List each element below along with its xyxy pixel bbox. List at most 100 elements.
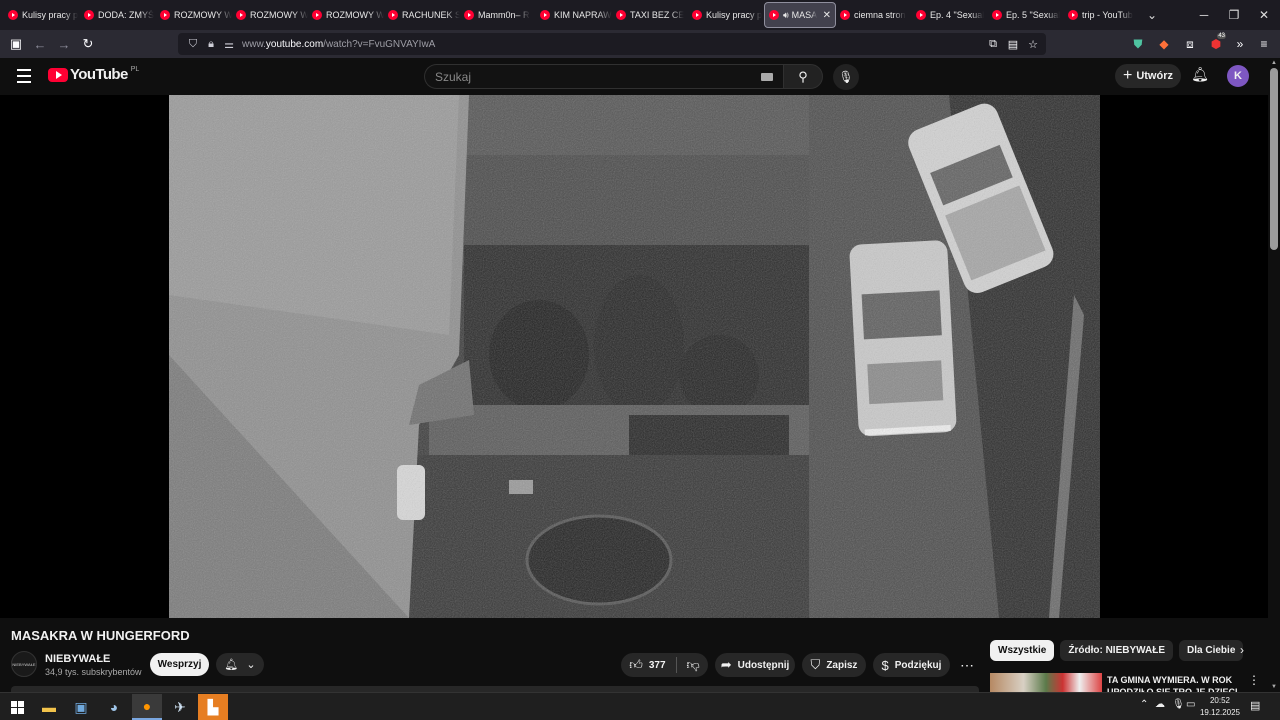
browser-tab[interactable]: Mamm0n– R: [460, 2, 536, 28]
tab-title: ROZMOWY W: [326, 10, 384, 20]
address-bar[interactable]: ⛉ 🔒︎ ⚌ www.youtube.com/watch?v=FvuGNVAYI…: [178, 33, 1046, 55]
steam-icon[interactable]: ◕: [99, 694, 129, 720]
share-icon: ➦: [720, 657, 732, 672]
site-permissions-icon[interactable]: ⚌: [220, 38, 238, 51]
audio-playing-icon[interactable]: 🔊︎: [783, 10, 789, 21]
voice-search-button[interactable]: 🎙︎: [833, 64, 859, 90]
keyboard-icon[interactable]: [761, 73, 773, 81]
vpn-shield-icon[interactable]: ⛊: [1126, 32, 1150, 56]
browser-tab[interactable]: Kulisy pracy p: [4, 2, 80, 28]
chevron-right-icon[interactable]: ›: [1234, 643, 1250, 657]
filter-chip[interactable]: Wszystkie: [990, 640, 1055, 661]
minimize-icon[interactable]: ─: [1188, 0, 1220, 30]
browser-tab-active[interactable]: 🔊︎ MASA ✕: [764, 2, 836, 28]
recommended-video[interactable]: TA GMINA WYMIERA. W ROK UPODZIŁO SIĘ TRO…: [990, 673, 1268, 692]
browser-tab[interactable]: KIM NAPRAW: [536, 2, 612, 28]
youtube-favicon-icon: [992, 10, 1002, 20]
file-explorer-icon[interactable]: ▬: [34, 694, 64, 720]
chevron-down-icon: ⌄: [246, 659, 256, 671]
notifications-bell-icon[interactable]: 🔔︎: [1190, 66, 1210, 86]
scroll-up-icon[interactable]: ▲: [1271, 60, 1277, 66]
reader-view-icon[interactable]: ▤: [1004, 35, 1022, 53]
browser-tab[interactable]: ROZMOWY W: [232, 2, 308, 28]
recommended-video-menu-icon[interactable]: ⋮: [1248, 673, 1260, 687]
firefox-icon[interactable]: ●: [132, 694, 162, 720]
browser-tab[interactable]: TAXI BEZ CE: [612, 2, 688, 28]
close-window-icon[interactable]: ✕: [1248, 0, 1280, 30]
create-button[interactable]: + Utwórz: [1115, 64, 1181, 88]
overflow-chevron-icon[interactable]: »: [1228, 32, 1252, 56]
app-tile-icon[interactable]: ▙: [198, 694, 228, 720]
video-frame[interactable]: [169, 95, 1100, 618]
browser-tab[interactable]: Ep. 5 "Sexual: [988, 2, 1064, 28]
country-code: PL: [130, 66, 140, 73]
scrollbar-thumb[interactable]: [1270, 68, 1278, 250]
search-button[interactable]: ⚲: [783, 64, 823, 89]
youtube-favicon-icon: [160, 10, 170, 20]
recommended-video-thumbnail[interactable]: [990, 673, 1102, 692]
guide-menu-icon[interactable]: [12, 66, 36, 86]
tracking-protection-icon[interactable]: ⛉: [184, 38, 202, 51]
youtube-favicon-icon: [388, 10, 398, 20]
browser-tab[interactable]: ciemna stron: [836, 2, 912, 28]
search-box[interactable]: [424, 64, 783, 89]
microphone-tray-icon[interactable]: 🎙︎: [1172, 699, 1185, 710]
browser-tab[interactable]: ROZMOWY W: [156, 2, 232, 28]
extensions-puzzle-icon[interactable]: ⧈: [1178, 32, 1202, 56]
subscription-notifications-button[interactable]: 🔔︎ ⌄: [216, 653, 264, 676]
video-player[interactable]: [0, 95, 1268, 618]
dislike-icon[interactable]: 👎︎: [687, 657, 700, 673]
system-clock[interactable]: 20:52 19.12.2025: [1198, 695, 1242, 719]
youtube-logo[interactable]: YouTube PL: [48, 66, 139, 83]
picture-in-picture-icon[interactable]: ⧉: [984, 35, 1002, 53]
filter-chip[interactable]: Źródło: NIEBYWAŁE: [1060, 640, 1174, 661]
url-text[interactable]: www.youtube.com/watch?v=FvuGNVAYIwA: [242, 39, 435, 50]
app-rocket-icon[interactable]: ✈: [165, 694, 195, 720]
bookmark-star-icon[interactable]: ☆: [1024, 35, 1042, 53]
lock-icon[interactable]: 🔒︎: [202, 38, 220, 51]
app-menu-icon[interactable]: ≡: [1252, 32, 1276, 56]
page-scrollbar[interactable]: ▲ ▼: [1268, 58, 1280, 692]
avatar-letter: K: [1234, 70, 1242, 82]
maximize-icon[interactable]: ❐: [1218, 0, 1250, 30]
save-button[interactable]: ⛉ Zapisz: [802, 653, 866, 677]
thanks-button[interactable]: $ Podziękuj: [873, 653, 950, 677]
channel-name[interactable]: NIEBYWAŁE: [45, 653, 110, 665]
browser-tab[interactable]: trip - YouTub: [1064, 2, 1140, 28]
url-domain: youtube.com: [265, 38, 324, 50]
close-tab-icon[interactable]: ✕: [823, 10, 831, 21]
reload-button[interactable]: ↻: [76, 32, 100, 56]
tray-overflow-chevron-icon[interactable]: ⌃: [1140, 699, 1148, 710]
onedrive-cloud-icon[interactable]: ☁: [1155, 699, 1165, 710]
tab-overview-icon[interactable]: ▣: [4, 32, 28, 56]
support-button[interactable]: Wesprzyj: [150, 653, 209, 676]
browser-tab[interactable]: RACHUNEK S: [384, 2, 460, 28]
account-avatar[interactable]: K: [1227, 65, 1249, 87]
notifications-icon[interactable]: ▤: [1250, 699, 1260, 712]
remote-desktop-icon[interactable]: ▣: [66, 694, 96, 720]
forward-button[interactable]: →: [52, 32, 76, 56]
share-button[interactable]: ➦ Udostępnij: [715, 653, 795, 677]
tab-title: ROZMOWY W: [250, 10, 308, 20]
adblock-icon[interactable]: ⬢ 43: [1204, 32, 1228, 56]
browser-tab[interactable]: Ep. 4 "Sexual: [912, 2, 988, 28]
tab-title: Ep. 5 "Sexual: [1006, 10, 1061, 20]
network-icon[interactable]: ▭: [1186, 699, 1195, 710]
back-button[interactable]: ←: [28, 32, 52, 56]
browser-tab[interactable]: ROZMOWY W: [308, 2, 384, 28]
more-actions-icon[interactable]: ⋯: [956, 653, 978, 677]
extension-fox-icon[interactable]: ◆: [1152, 32, 1176, 56]
video-still-image: [169, 95, 1100, 618]
scroll-down-icon[interactable]: ▼: [1271, 684, 1277, 690]
channel-avatar[interactable]: NIEBYWAŁE: [11, 651, 37, 677]
like-icon[interactable]: 👍︎: [629, 657, 643, 673]
browser-tab[interactable]: DODA: ZMYŚ: [80, 2, 156, 28]
like-count[interactable]: 377: [649, 660, 666, 671]
browser-tab[interactable]: Kulisy pracy p: [688, 2, 764, 28]
recommended-video-title[interactable]: TA GMINA WYMIERA. W ROK UPODZIŁO SIĘ TRO…: [1107, 674, 1247, 692]
windows-start-icon[interactable]: [2, 694, 32, 720]
tab-title: ROZMOWY W: [174, 10, 232, 20]
search-input[interactable]: [435, 69, 735, 84]
list-all-tabs-chevron-icon[interactable]: ⌄: [1140, 8, 1164, 22]
thanks-icon: $: [881, 657, 889, 673]
